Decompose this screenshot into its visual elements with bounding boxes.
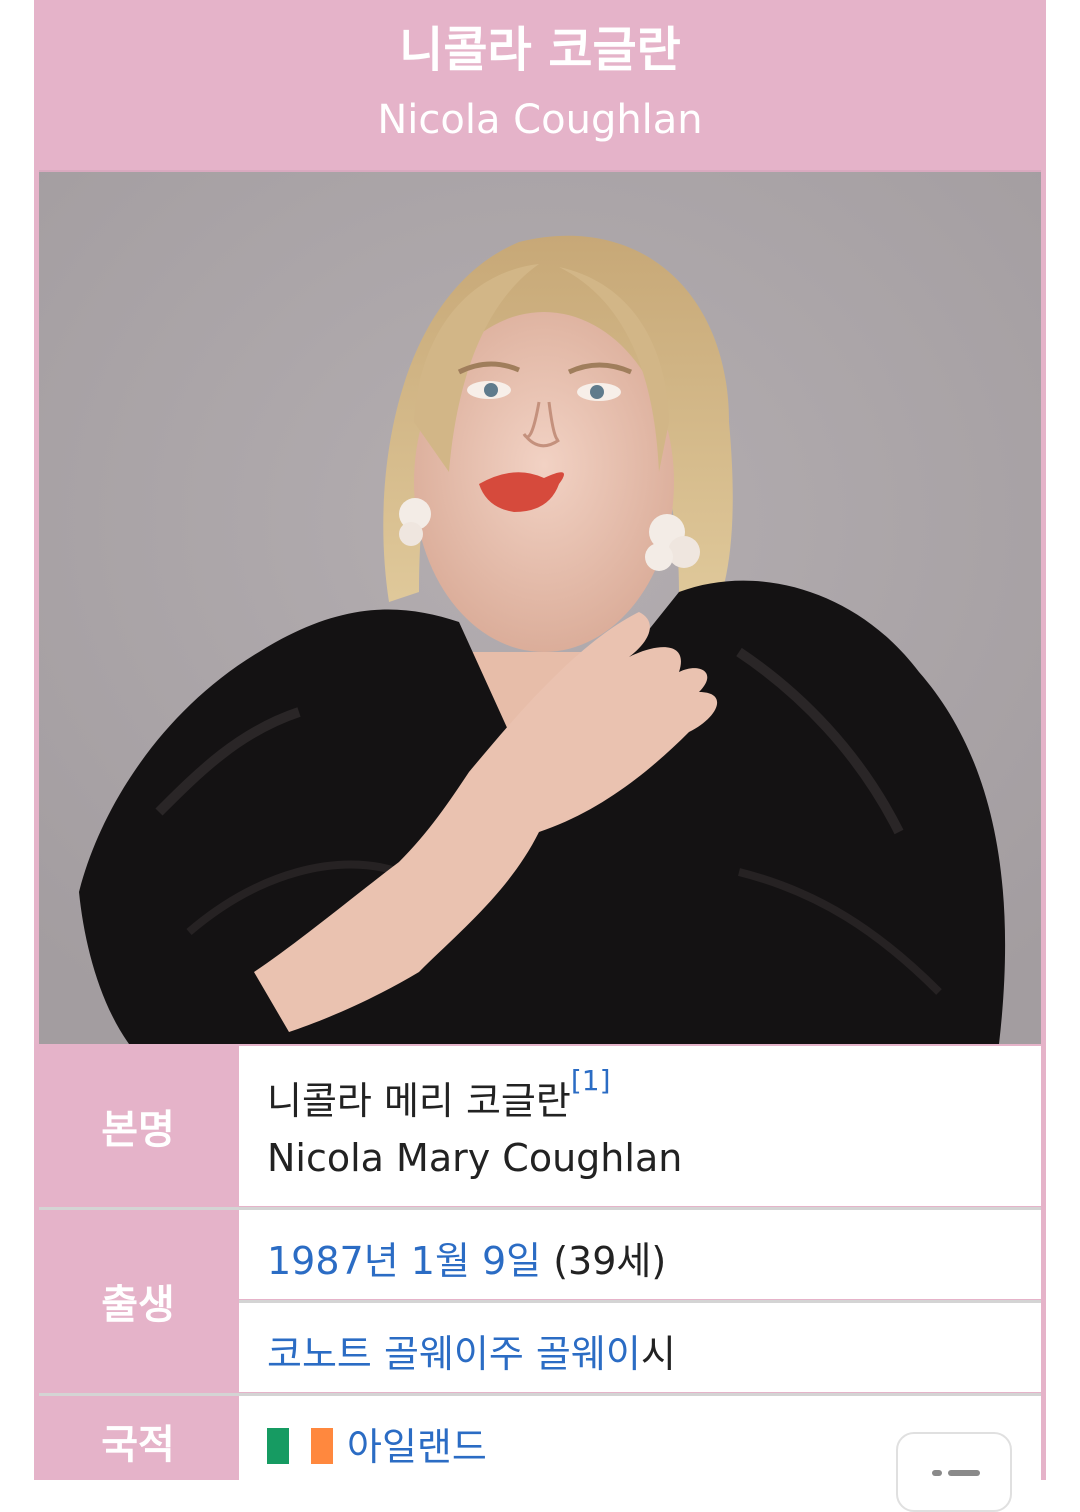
portrait-photo[interactable] bbox=[39, 170, 1041, 1044]
cell-birth-place: 코노트 골웨이주 골웨이시 bbox=[239, 1303, 1041, 1392]
title-korean: 니콜라 코글란 bbox=[399, 22, 681, 78]
cell-real-name: 니콜라 메리 코글란[1] Nicola Mary Coughlan bbox=[239, 1046, 1041, 1206]
birth-month-link[interactable]: 1월 bbox=[411, 1239, 470, 1283]
birth-city-suffix: 시 bbox=[640, 1332, 676, 1376]
ireland-flag-icon[interactable] bbox=[267, 1427, 333, 1464]
birth-day-link[interactable]: 9일 bbox=[482, 1239, 541, 1283]
age-text: (39세) bbox=[553, 1239, 667, 1283]
real-name-korean: 니콜라 메리 코글란 bbox=[267, 1079, 571, 1123]
list-icon bbox=[932, 1470, 942, 1476]
birth-county-link[interactable]: 골웨이주 bbox=[384, 1332, 524, 1376]
nationality-link[interactable]: 아일랜드 bbox=[347, 1425, 487, 1469]
label-nationality: 국적 bbox=[39, 1396, 237, 1480]
citation-link[interactable]: [1] bbox=[571, 1064, 611, 1097]
label-real-name: 본명 bbox=[39, 1046, 237, 1206]
portrait-image bbox=[39, 172, 1041, 1044]
birth-year-link[interactable]: 1987년 bbox=[267, 1239, 399, 1283]
infobox-header: 니콜라 코글란 Nicola Coughlan bbox=[34, 0, 1046, 168]
cell-birth-date: 1987년 1월 9일 (39세) bbox=[239, 1210, 1041, 1299]
table-of-contents-button[interactable] bbox=[896, 1432, 1012, 1512]
label-birth: 출생 bbox=[39, 1210, 237, 1392]
title-english: Nicola Coughlan bbox=[377, 97, 703, 143]
birth-region-link[interactable]: 코노트 bbox=[267, 1332, 372, 1376]
birth-city-link[interactable]: 골웨이 bbox=[536, 1332, 641, 1376]
real-name-english: Nicola Mary Coughlan bbox=[267, 1136, 683, 1180]
infobox: 니콜라 코글란 Nicola Coughlan 본명 니콜라 메리 코글란[1]… bbox=[34, 0, 1046, 1480]
list-icon-line bbox=[948, 1470, 980, 1476]
